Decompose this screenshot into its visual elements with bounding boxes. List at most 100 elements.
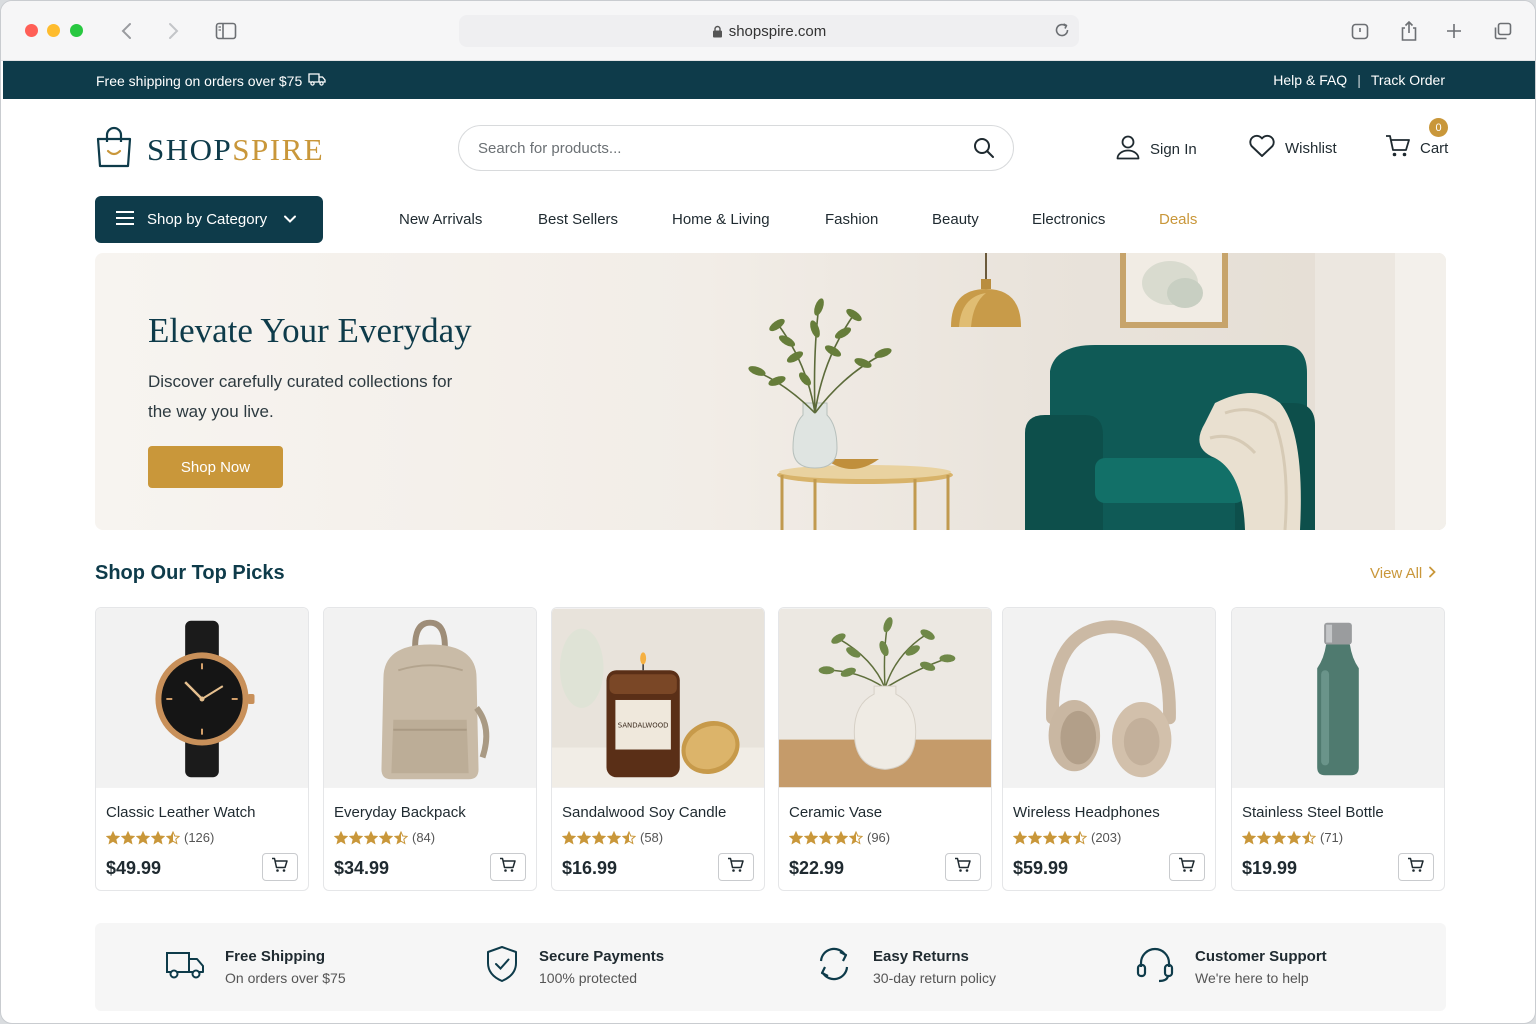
star-icon <box>1028 830 1042 845</box>
user-icon <box>1115 134 1141 164</box>
star-icon <box>136 830 150 845</box>
star-icon <box>166 830 180 845</box>
product-rating: (71) <box>1242 830 1343 845</box>
shop-now-button[interactable]: Shop Now <box>148 446 283 488</box>
star-icon <box>394 830 408 845</box>
star-icon <box>1242 830 1256 845</box>
reload-icon[interactable] <box>1053 21 1071 43</box>
add-to-cart-button[interactable] <box>262 853 298 881</box>
category-button-label: Shop by Category <box>147 211 268 228</box>
product-card[interactable]: SANDALWOOD Sandalwood Soy Candle (58) $1… <box>551 607 765 891</box>
product-card[interactable]: Classic Leather Watch (126) $49.99 <box>95 607 309 891</box>
zoom-window-button[interactable] <box>70 24 83 37</box>
back-icon[interactable] <box>115 19 139 43</box>
product-rating: (203) <box>1013 830 1121 845</box>
product-name[interactable]: Sandalwood Soy Candle <box>562 804 726 821</box>
review-count: (71) <box>1320 830 1344 845</box>
star-icon <box>379 830 393 845</box>
cart-button[interactable]: Cart <box>1385 134 1448 162</box>
site-logo[interactable]: SHOPSPIRE <box>95 126 324 173</box>
product-name[interactable]: Ceramic Vase <box>789 804 882 821</box>
star-icon <box>592 830 606 845</box>
logo-text-spire: SPIRE <box>232 131 325 167</box>
shop-by-category-button[interactable]: Shop by Category <box>95 196 323 243</box>
truck-icon <box>165 945 205 986</box>
search-icon[interactable] <box>973 137 995 164</box>
track-order-link[interactable]: Track Order <box>1371 72 1445 88</box>
new-tab-icon[interactable] <box>1442 19 1466 43</box>
star-icon <box>334 830 348 845</box>
address-bar[interactable]: shopspire.com <box>459 15 1079 47</box>
view-all-link[interactable]: View All <box>1370 565 1437 582</box>
cart-icon <box>271 857 289 878</box>
product-price: $22.99 <box>789 858 845 878</box>
star-icon <box>364 830 378 845</box>
add-to-cart-button[interactable] <box>718 853 754 881</box>
sign-in-button[interactable]: Sign In <box>1115 134 1197 164</box>
feature-text: Free Shipping On orders over $75 <box>225 945 346 986</box>
chevron-right-icon <box>1428 565 1437 582</box>
promo-shipping-text: Free shipping on orders over $75 <box>96 72 303 89</box>
tab-overview-icon[interactable] <box>1491 19 1515 43</box>
sidebar-toggle-icon[interactable] <box>214 19 238 43</box>
feature-title: Secure Payments <box>539 948 665 965</box>
star-icon <box>1073 830 1087 845</box>
help-faq-link[interactable]: Help & FAQ <box>1273 72 1347 88</box>
nav-deals[interactable]: Deals <box>1159 211 1197 228</box>
nav-electronics[interactable]: Electronics <box>1032 211 1105 228</box>
product-image-bottle <box>1232 608 1444 788</box>
free-shipping-banner: Free shipping on orders over $75 <box>96 72 326 89</box>
feature-secure-payments: Secure Payments 100% protected <box>485 945 664 988</box>
star-icon <box>121 830 135 845</box>
promo-bar: Free shipping on orders over $75 Help & … <box>3 61 1535 99</box>
review-count: (126) <box>184 830 215 845</box>
product-name[interactable]: Everyday Backpack <box>334 804 466 821</box>
cart-count-badge: 0 <box>1429 118 1448 137</box>
share-icon[interactable] <box>1397 19 1421 43</box>
feature-text: Customer Support We're here to help <box>1195 945 1327 986</box>
cart-icon <box>954 857 972 878</box>
feature-free-shipping: Free Shipping On orders over $75 <box>165 945 346 986</box>
menu-icon <box>115 210 135 230</box>
star-icon <box>834 830 848 845</box>
feature-customer-support: Customer Support We're here to help <box>1135 945 1327 988</box>
wishlist-button[interactable]: Wishlist <box>1248 134 1337 162</box>
sign-in-label: Sign In <box>1150 140 1197 158</box>
product-card[interactable]: Ceramic Vase (96) $22.99 <box>778 607 992 891</box>
review-count: (84) <box>412 830 436 845</box>
product-name[interactable]: Stainless Steel Bottle <box>1242 804 1384 821</box>
product-rating: (96) <box>789 830 890 845</box>
nav-new-arrivals[interactable]: New Arrivals <box>399 211 482 228</box>
star-rating-icon <box>106 830 180 845</box>
add-to-cart-button[interactable] <box>1398 853 1434 881</box>
minimize-window-button[interactable] <box>47 24 60 37</box>
star-icon <box>804 830 818 845</box>
product-name[interactable]: Classic Leather Watch <box>106 804 256 821</box>
delivery-truck-icon <box>308 72 326 89</box>
extension-icon[interactable] <box>1348 19 1372 43</box>
close-window-button[interactable] <box>25 24 38 37</box>
hero-subtitle: Discover carefully curated collections f… <box>148 372 453 421</box>
search-input[interactable] <box>478 139 948 157</box>
add-to-cart-button[interactable] <box>490 853 526 881</box>
product-card[interactable]: Wireless Headphones (203) $59.99 <box>1002 607 1216 891</box>
product-price: $59.99 <box>1013 858 1069 878</box>
forward-icon[interactable] <box>161 19 185 43</box>
product-name[interactable]: Wireless Headphones <box>1013 804 1160 821</box>
star-icon <box>607 830 621 845</box>
promo-separator: | <box>1357 72 1361 88</box>
star-icon <box>819 830 833 845</box>
star-icon <box>1287 830 1301 845</box>
nav-fashion[interactable]: Fashion <box>825 211 878 228</box>
star-icon <box>349 830 363 845</box>
add-to-cart-button[interactable] <box>945 853 981 881</box>
feature-title: Easy Returns <box>873 948 969 965</box>
review-count: (203) <box>1091 830 1122 845</box>
nav-home-living[interactable]: Home & Living <box>672 211 770 228</box>
nav-beauty[interactable]: Beauty <box>932 211 979 228</box>
product-card[interactable]: Everyday Backpack (84) $34.99 <box>323 607 537 891</box>
nav-best-sellers[interactable]: Best Sellers <box>538 211 618 228</box>
product-card[interactable]: Stainless Steel Bottle (71) $19.99 <box>1231 607 1445 891</box>
add-to-cart-button[interactable] <box>1169 853 1205 881</box>
feature-text: Secure Payments 100% protected <box>539 945 664 986</box>
